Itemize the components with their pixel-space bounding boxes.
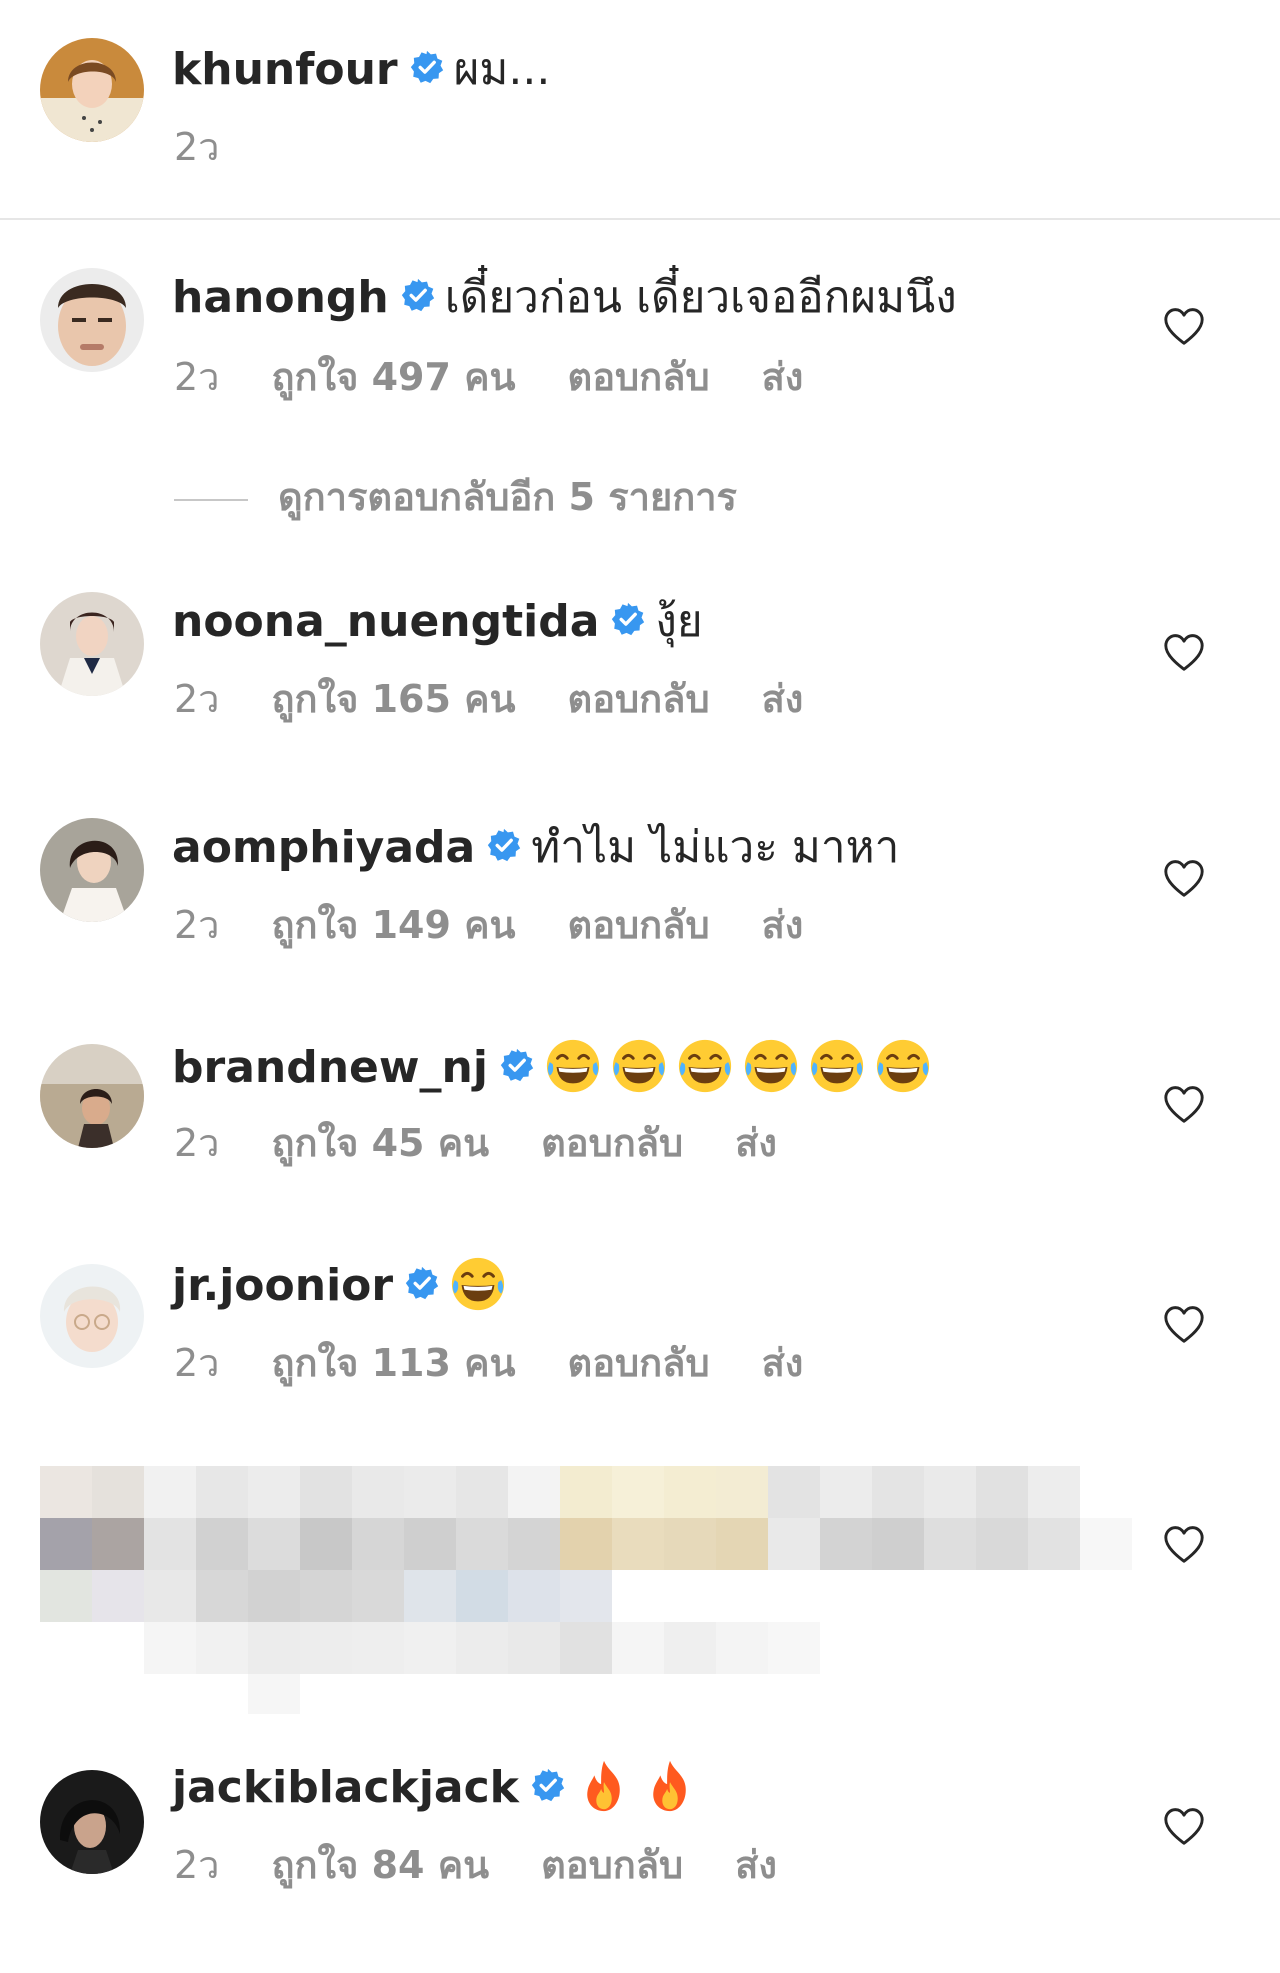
send-button[interactable]: ส่ง: [735, 1118, 777, 1168]
comment-meta: 2ว ถูกใจ 113 คน ตอบกลับ ส่ง: [174, 1338, 855, 1388]
comment-line: jr.joonior: [172, 1258, 515, 1317]
avatar[interactable]: [40, 38, 144, 142]
comment-line: noona_nuengtida งุ้ย: [172, 594, 703, 650]
verified-badge-icon: [401, 278, 435, 312]
pixelated-censor: [40, 1466, 1132, 1714]
comment-time: 2ว: [174, 1341, 220, 1385]
laughing-emoji-icon: [874, 1037, 932, 1095]
laughing-emoji-icon: [676, 1037, 734, 1095]
comment-time: 2ว: [174, 125, 220, 169]
likes-count[interactable]: ถูกใจ 165 คน: [272, 674, 516, 724]
comment-line: jackiblackjack: [172, 1760, 707, 1819]
comment-time: 2ว: [174, 1843, 220, 1887]
avatar[interactable]: [40, 268, 144, 372]
username[interactable]: khunfour: [172, 44, 398, 95]
heart-outline-icon[interactable]: [1162, 858, 1206, 898]
heart-outline-icon[interactable]: [1162, 306, 1206, 346]
verified-badge-icon: [487, 828, 521, 862]
likes-count[interactable]: ถูกใจ 45 คน: [272, 1118, 490, 1168]
fire-emoji-icon: [575, 1757, 633, 1815]
view-replies-button[interactable]: ดูการตอบกลับอีก 5 รายการ: [174, 472, 737, 522]
comment-time: 2ว: [174, 355, 220, 399]
username[interactable]: jackiblackjack: [172, 1762, 519, 1813]
avatar[interactable]: [40, 1770, 144, 1874]
heart-outline-icon[interactable]: [1162, 1084, 1206, 1124]
laughing-emoji-icon: [742, 1037, 800, 1095]
comment-meta: 2ว ถูกใจ 165 คน ตอบกลับ ส่ง: [174, 674, 855, 724]
heart-outline-icon[interactable]: [1162, 632, 1206, 672]
heart-outline-icon[interactable]: [1162, 1806, 1206, 1846]
reply-button[interactable]: ตอบกลับ: [568, 1338, 710, 1388]
avatar[interactable]: [40, 592, 144, 696]
verified-badge-icon: [405, 1266, 439, 1300]
view-replies-label: ดูการตอบกลับอีก 5 รายการ: [278, 475, 737, 519]
fire-emoji-icon: [641, 1757, 699, 1815]
username[interactable]: brandnew_nj: [172, 1042, 488, 1093]
username[interactable]: hanongh: [172, 272, 389, 323]
likes-count[interactable]: ถูกใจ 84 คน: [272, 1840, 490, 1890]
comment-meta: 2ว ถูกใจ 45 คน ตอบกลับ ส่ง: [174, 1118, 829, 1168]
reply-button[interactable]: ตอบกลับ: [568, 900, 710, 950]
comment-line: brandnew_nj: [172, 1040, 940, 1099]
likes-count[interactable]: ถูกใจ 113 คน: [272, 1338, 516, 1388]
avatar[interactable]: [40, 818, 144, 922]
send-button[interactable]: ส่ง: [762, 352, 804, 402]
verified-badge-icon: [611, 602, 645, 636]
username[interactable]: aomphiyada: [172, 822, 475, 873]
send-button[interactable]: ส่ง: [762, 900, 804, 950]
laughing-emoji-icon: [808, 1037, 866, 1095]
comment-text: ทำไม ไม่แวะ มาหา: [531, 822, 900, 873]
comment-line: khunfour ผม...: [172, 42, 550, 98]
laughing-emoji-icon: [449, 1255, 507, 1313]
verified-badge-icon: [410, 50, 444, 84]
comment-text: เดี๋ยวก่อน เดี๋ยวเจออีกผมนึง: [444, 272, 957, 323]
comment-meta: 2ว ถูกใจ 84 คน ตอบกลับ ส่ง: [174, 1840, 829, 1890]
likes-count[interactable]: ถูกใจ 149 คน: [272, 900, 516, 950]
comment-time: 2ว: [174, 903, 220, 947]
heart-outline-icon[interactable]: [1162, 1304, 1206, 1344]
reply-button[interactable]: ตอบกลับ: [568, 674, 710, 724]
username[interactable]: noona_nuengtida: [172, 596, 599, 647]
avatar[interactable]: [40, 1264, 144, 1368]
avatar[interactable]: [40, 1044, 144, 1148]
verified-badge-icon: [531, 1768, 565, 1802]
laughing-emoji-icon: [544, 1037, 602, 1095]
comment-line: aomphiyada ทำไม ไม่แวะ มาหา: [172, 820, 899, 876]
divider: [0, 218, 1280, 220]
heart-outline-icon[interactable]: [1162, 1524, 1206, 1564]
comment-time: 2ว: [174, 1121, 220, 1165]
comment-meta: 2ว ถูกใจ 497 คน ตอบกลับ ส่ง: [174, 352, 855, 402]
comment-meta: 2ว ถูกใจ 149 คน ตอบกลับ ส่ง: [174, 900, 855, 950]
comment-line: hanongh เดี๋ยวก่อน เดี๋ยวเจออีกผมนึง: [172, 270, 957, 326]
likes-count[interactable]: ถูกใจ 497 คน: [272, 352, 516, 402]
reply-button[interactable]: ตอบกลับ: [541, 1840, 683, 1890]
reply-button[interactable]: ตอบกลับ: [541, 1118, 683, 1168]
send-button[interactable]: ส่ง: [762, 1338, 804, 1388]
comment-text: งุ้ย: [655, 596, 703, 647]
verified-badge-icon: [500, 1048, 534, 1082]
laughing-emoji-icon: [610, 1037, 668, 1095]
username[interactable]: jr.joonior: [172, 1260, 393, 1311]
comment-meta: 2ว: [174, 122, 272, 172]
reply-button[interactable]: ตอบกลับ: [568, 352, 710, 402]
send-button[interactable]: ส่ง: [735, 1840, 777, 1890]
replies-rule: [174, 498, 248, 501]
comment-time: 2ว: [174, 677, 220, 721]
comment-text: ผม...: [453, 44, 551, 95]
send-button[interactable]: ส่ง: [762, 674, 804, 724]
